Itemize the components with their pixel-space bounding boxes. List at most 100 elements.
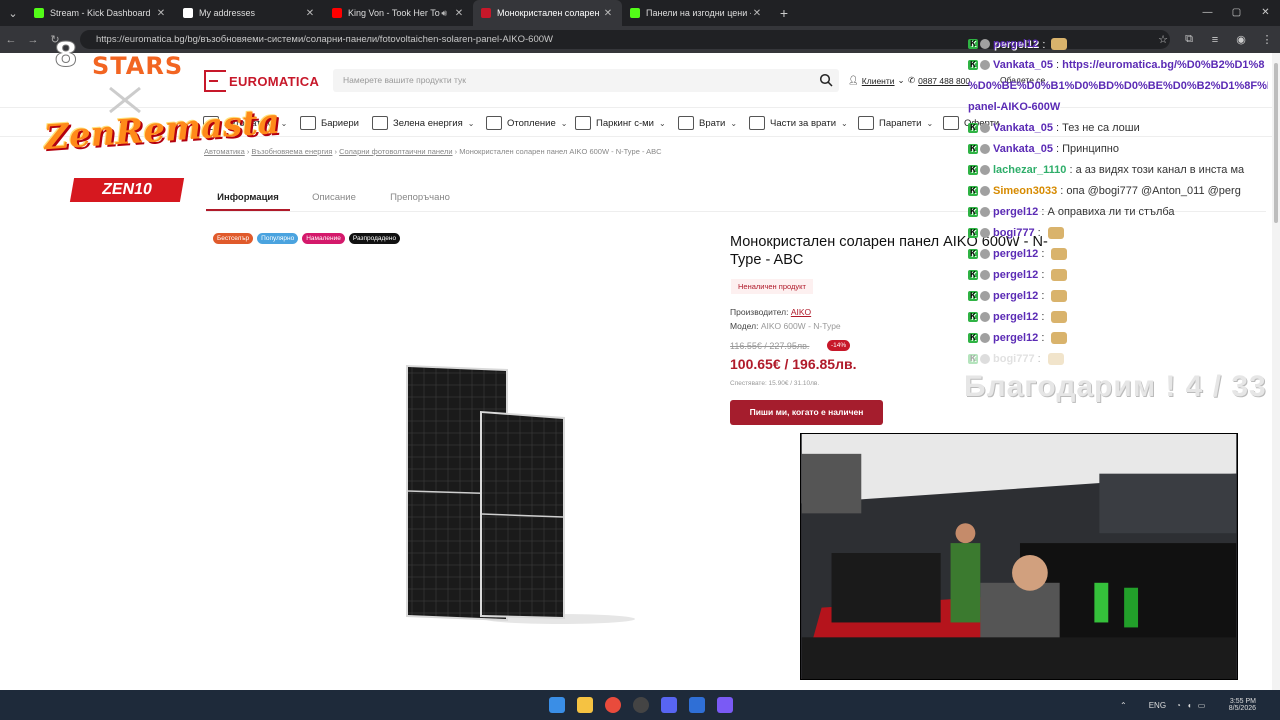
chat-username: pergel12 [993,248,1039,260]
close-tab-icon[interactable]: ✕ [304,8,316,19]
volume-icon[interactable]: ◖ [1187,701,1192,710]
back-icon[interactable]: ← [0,34,22,46]
close-tab-icon[interactable]: ✕ [453,8,465,19]
kick-badge-icon: K [968,333,978,344]
menu-label: Парапети [879,117,922,129]
chevron-down-icon: ⌄ [897,75,905,85]
svg-text:8: 8 [54,35,78,75]
browser-tab[interactable]: Монокристален соларен пане✕ [473,0,622,26]
clock[interactable]: 3:55 PM 8/5/2026 [1222,690,1256,720]
avatar [980,207,990,218]
system-tray: ⌃ ENG ◔ ◖ ▭ [1120,690,1205,720]
emote-icon [1047,353,1064,366]
kick-badge-icon: K [968,60,978,71]
chrome-icon[interactable] [605,697,621,713]
emote-icon [1051,332,1068,345]
close-window-icon[interactable]: ✕ [1251,0,1280,26]
menu-item-green-energy[interactable]: Зелена енергия ⌄ [372,108,474,138]
breadcrumb-link[interactable]: Соларни фотоволтаични панели [339,147,452,156]
start-icon[interactable] [549,697,565,713]
search-icon[interactable] [819,73,833,87]
chat-text: Тез не са лоши [1062,122,1140,134]
manufacturer-link[interactable]: AIKO [791,307,811,317]
browser-tab[interactable]: King Von - Took Her To The🔊︎ ✕ [324,0,473,26]
close-tab-icon[interactable]: ✕ [155,8,167,19]
page-scrollbar[interactable] [1272,53,1280,690]
tab-recommended[interactable]: Препоръчано [378,184,462,211]
favicon-icon [630,8,640,18]
site-logo[interactable]: EUROMATICA [204,69,319,93]
menu-item-railings[interactable]: Парапети ⌄ [858,108,933,138]
tray-chevron-icon[interactable]: ⌃ [1120,701,1127,710]
parts-icon [749,116,765,130]
tab-information[interactable]: Информация [206,184,290,211]
discord-icon[interactable] [661,697,677,713]
chat-username: pergel12 [993,206,1039,218]
menu-label: Бариери [321,117,359,129]
obs-icon[interactable] [633,697,649,713]
parking-icon [575,116,591,130]
kick-badge-icon: K [968,291,978,302]
chat-message: K Vankata_05 : https://euromatica.bg/%D0%… [968,57,1268,78]
kick-badge-icon: K [968,354,978,365]
menu-item-parking[interactable]: Паркинг с-ми ⌄ [575,108,666,138]
avatar [980,165,990,176]
menu-label: Паркинг с-ми [596,117,654,129]
chevron-down-icon: ⌄ [658,118,666,128]
grid-app-icon[interactable] [717,697,733,713]
chat-username: pergel12 [993,332,1039,344]
avatar [980,291,990,302]
chat-message: panel-AIKO-600W [968,99,1268,120]
scrollbar-thumb[interactable] [1274,63,1278,223]
chat-message: %D0%BE%D0%B1%D0%BD%D0%BE%D0%B2%D1%8F%D0%… [968,78,1268,99]
logo-text: EUROMATICA [229,73,320,89]
new-tab-button[interactable]: + [771,5,797,21]
menu-item-doors[interactable]: Врати ⌄ [678,108,737,138]
close-tab-icon[interactable]: ✕ [602,8,614,19]
maximize-icon[interactable]: ▢ [1222,0,1251,26]
network-icon[interactable]: ◔ [1176,701,1181,710]
model-row: Модел: AIKO 600W - N-Type [730,321,841,331]
close-tab-icon[interactable]: ✕ [751,8,763,19]
breadcrumb-link[interactable]: Автоматика [204,147,245,156]
tab-title: My addresses [199,8,256,18]
browser-tab[interactable]: Панели на изгодни цени - Пр✕ [622,0,771,26]
favicon-icon [183,8,193,18]
minimize-icon[interactable]: — [1193,0,1222,26]
breadcrumb-link[interactable]: Възобновяема енергия [251,147,332,156]
browser-tab[interactable]: My addresses ✕ [175,0,324,26]
discount-badge: -14% [827,340,851,351]
battery-icon[interactable]: ▭ [1198,701,1206,710]
audio-icon[interactable]: 🔊︎ [441,8,447,19]
kick-badge-icon: K [968,270,978,281]
chat-username: Vankata_05 [993,122,1053,134]
menu-item-door-parts[interactable]: Части за врати ⌄ [749,108,848,138]
manufacturer-label: Производител: [730,307,789,317]
kick-badge-icon: K [968,312,978,323]
chevron-down-icon: ⌄ [467,118,475,128]
favicon-icon [481,8,491,18]
phone-link[interactable]: ✆ 0887 488 800 [908,75,970,86]
tab-description[interactable]: Описание [292,184,376,211]
chat-text: %D0%BE%D0%B1%D0%BD%D0%BE%D0%B2%D1%8F%D0%… [968,80,1268,92]
browser-tab[interactable]: Stream - Kick Dashboard ✕ [26,0,175,26]
chat-text: panel-AIKO-600W [968,101,1061,113]
chat-username: lachezar_1110 [993,164,1067,176]
chat-message: Kpergel12 : [968,267,1268,288]
chat-message: K Vankata_05 : Принципно [968,141,1268,162]
app-icon[interactable] [689,697,705,713]
tab-title: Stream - Kick Dashboard [50,8,151,18]
product-image[interactable] [400,361,640,626]
chat-username: Vankata_05 [993,59,1053,71]
search-input[interactable]: Намерете вашите продукти тук [333,69,839,92]
tab-search-chevron-icon[interactable]: ⌄ [0,0,26,26]
tab-title: King Von - Took Her To The [348,8,441,18]
badge-sale: Намаление [302,233,345,244]
notify-when-available-button[interactable]: Пиши ми, когато е наличен [730,400,883,425]
window-controls: — ▢ ✕ [1193,0,1280,26]
language-indicator[interactable]: ENG [1149,701,1166,710]
menu-item-barriers[interactable]: Бариери [300,108,359,138]
clients-menu[interactable]: 👤︎ Клиенти ⌄ [848,75,905,86]
menu-item-heating[interactable]: Отопление ⌄ [486,108,567,138]
file-explorer-icon[interactable] [577,697,593,713]
